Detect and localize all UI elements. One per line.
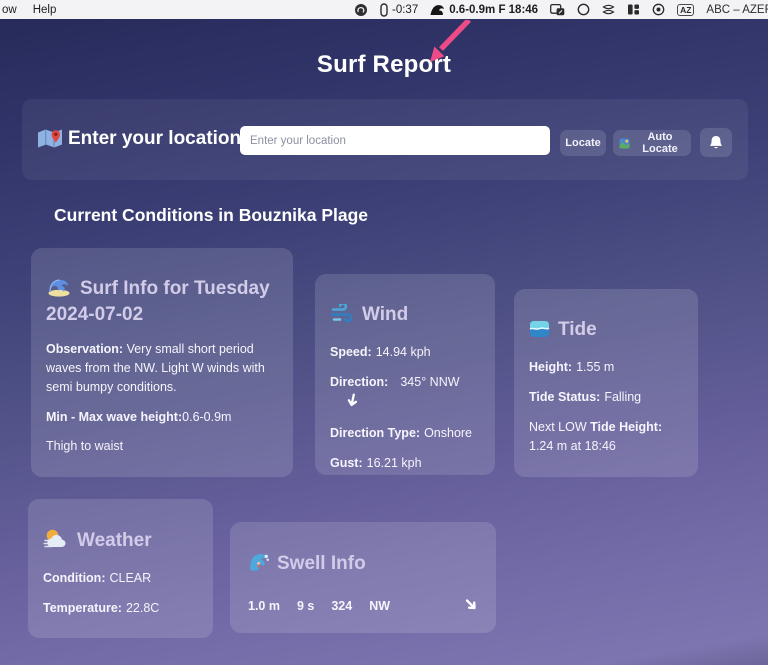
surf-info-card: Surf Info for Tuesday 2024-07-02 Observa… bbox=[31, 248, 293, 477]
wave-size-note: Thigh to waist bbox=[46, 439, 124, 454]
tide-status-value: Falling bbox=[604, 390, 642, 405]
weather-temperature-value: 22.8C bbox=[125, 601, 160, 616]
menu-item-help[interactable]: Help bbox=[33, 4, 57, 16]
tide-height-row: Height: 1.55 m bbox=[529, 358, 683, 377]
swell-period: 9 s bbox=[296, 598, 315, 613]
screen-record-icon[interactable] bbox=[652, 3, 665, 16]
wind-direction-arrow-icon bbox=[344, 392, 360, 414]
location-input[interactable] bbox=[240, 126, 550, 155]
tide-card: Tide Height: 1.55 m Tide Status: Falling N… bbox=[514, 289, 698, 477]
weather-temperature-row: Temperature: 22.8C bbox=[43, 599, 198, 618]
notification-bell-button[interactable] bbox=[700, 128, 732, 157]
window-tiles-icon[interactable] bbox=[627, 3, 640, 16]
bell-icon bbox=[709, 135, 723, 150]
wind-speed-label: Speed: bbox=[330, 345, 372, 360]
wave-height-value: 0.6-0.9m bbox=[182, 409, 232, 424]
wave-icon bbox=[430, 4, 445, 16]
auto-locate-icon bbox=[619, 138, 630, 149]
page-title: Surf Report bbox=[316, 51, 452, 78]
surfer-wave-icon bbox=[248, 551, 269, 578]
swell-title: Swell Info bbox=[248, 551, 478, 578]
tide-status-label: Tide Status: bbox=[529, 390, 601, 405]
auto-locate-button[interactable]: Auto Locate bbox=[613, 130, 691, 156]
auto-locate-button-label: Auto Locate bbox=[642, 131, 678, 155]
tide-title: Tide bbox=[529, 318, 683, 344]
tide-next-value: 1.24 m at 18:46 bbox=[529, 439, 616, 454]
macos-menu-bar: ow Help -0:37 0.6-0.9m F 18:46 AZ ABC – … bbox=[0, 0, 768, 19]
weather-card: Weather Condition: CLEAR Temperature: 22.8… bbox=[28, 499, 213, 638]
surf-info-title-line1: Surf Info for Tuesday bbox=[80, 278, 270, 299]
surf-report-page: Surf Report Enter your location Enter yo… bbox=[0, 18, 768, 665]
focus-circle-icon[interactable] bbox=[577, 3, 590, 16]
wind-direction-value: 345° NNW bbox=[400, 375, 460, 390]
location-panel: Enter your location Locate Auto Locate bbox=[22, 99, 748, 180]
wind-gust-row: Gust: 16.21 kph bbox=[330, 454, 480, 473]
wind-direction-label: Direction: bbox=[330, 375, 389, 390]
wind-title-text: Wind bbox=[362, 304, 409, 325]
tide-next-row: Next LOW Tide Height: 1.24 m at 18:46 bbox=[529, 418, 683, 456]
screen: ow Help -0:37 0.6-0.9m F 18:46 AZ ABC – … bbox=[0, 0, 768, 665]
locate-button[interactable]: Locate bbox=[560, 130, 606, 156]
creative-cloud-icon[interactable] bbox=[354, 3, 368, 17]
timer-status-item[interactable]: -0:37 bbox=[380, 2, 419, 17]
locate-button-label: Locate bbox=[565, 137, 601, 149]
section-heading: Current Conditions in Bouznika Plage bbox=[54, 205, 369, 225]
swell-title-text: Swell Info bbox=[277, 553, 366, 574]
tide-status-row: Tide Status: Falling bbox=[529, 388, 683, 407]
swell-bearing: 324 bbox=[331, 598, 353, 613]
weather-title: Weather bbox=[43, 528, 198, 555]
tide-height-label: Height: bbox=[529, 360, 573, 375]
surf-status-text: 0.6-0.9m F 18:46 bbox=[449, 3, 539, 16]
wind-speed-value: 14.94 kph bbox=[375, 345, 431, 360]
weather-title-text: Weather bbox=[77, 530, 152, 551]
screen-sharing-icon[interactable] bbox=[550, 3, 565, 16]
timer-text: -0:37 bbox=[392, 3, 419, 16]
wind-direction-row: Direction: 345° NNW bbox=[330, 373, 480, 413]
swell-height: 1.0 m bbox=[248, 598, 280, 613]
tide-next-prefix: Next LOW bbox=[529, 420, 587, 435]
menu-item-window-fragment[interactable]: ow bbox=[2, 4, 17, 16]
surf-info-title: Surf Info for Tuesday 2024-07-02 bbox=[46, 277, 278, 326]
swell-info-card: Swell Info 1.0 m 9 s 324 NW bbox=[230, 522, 496, 633]
weather-condition-row: Condition: CLEAR bbox=[43, 569, 198, 588]
swell-direction-arrow-icon bbox=[462, 595, 483, 616]
surf-wave-icon bbox=[46, 277, 72, 303]
tide-next-label: Tide Height: bbox=[586, 420, 663, 435]
capsule-timer-icon bbox=[380, 2, 388, 17]
weather-temperature-label: Temperature: bbox=[43, 601, 122, 616]
surf-info-title-line2: 2024-07-02 bbox=[46, 304, 144, 326]
input-source-badge[interactable]: AZ bbox=[677, 3, 695, 16]
map-pin-icon bbox=[37, 127, 63, 155]
wave-height-paragraph: Min - Max wave height:0.6-0.9m bbox=[46, 408, 278, 427]
wind-gust-value: 16.21 kph bbox=[366, 456, 422, 471]
wind-card: Wind Speed: 14.94 kph Direction: 345° NNW … bbox=[315, 274, 495, 475]
wind-gust-label: Gust: bbox=[330, 456, 363, 471]
wind-gust-icon bbox=[330, 302, 354, 329]
wind-direction-type-label: Direction Type: bbox=[330, 426, 421, 441]
weather-condition-value: CLEAR bbox=[109, 571, 152, 586]
sun-cloud-icon bbox=[43, 528, 69, 555]
wind-direction-type-value: Onshore bbox=[424, 426, 473, 441]
observation-paragraph: Observation: Very small short period wav… bbox=[46, 340, 278, 396]
annotation-arrow-icon bbox=[418, 18, 476, 73]
location-heading: Enter your location bbox=[68, 128, 242, 149]
swell-compass: NW bbox=[369, 598, 391, 613]
wave-height-label: Min - Max wave height: bbox=[46, 409, 183, 424]
wind-direction-type-row: Direction Type: Onshore bbox=[330, 424, 480, 443]
wind-speed-row: Speed: 14.94 kph bbox=[330, 343, 480, 362]
wind-title: Wind bbox=[330, 302, 480, 329]
observation-label: Observation: bbox=[46, 342, 124, 357]
swell-data-row: 1.0 m 9 s 324 NW bbox=[248, 597, 478, 614]
tide-height-value: 1.55 m bbox=[576, 360, 615, 375]
stack-layers-icon[interactable] bbox=[602, 3, 615, 16]
surf-status-item[interactable]: 0.6-0.9m F 18:46 bbox=[430, 4, 538, 16]
tide-title-text: Tide bbox=[558, 319, 597, 340]
weather-condition-label: Condition: bbox=[43, 571, 106, 586]
keyboard-layout-label[interactable]: ABC – AZER bbox=[706, 4, 768, 16]
tide-water-icon bbox=[529, 320, 550, 344]
